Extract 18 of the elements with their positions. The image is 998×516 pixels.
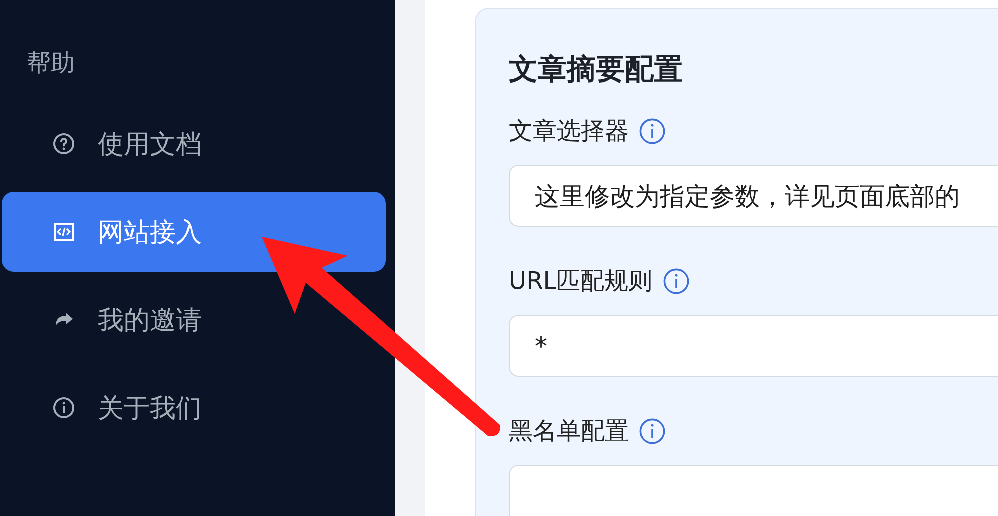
- info-icon: [52, 396, 76, 420]
- nav-item[interactable]: 使用文档: [2, 104, 386, 184]
- input-field[interactable]: [509, 465, 998, 516]
- nav-item[interactable]: 网站接入: [2, 192, 386, 272]
- info-icon[interactable]: [639, 118, 666, 144]
- info-icon[interactable]: [639, 418, 666, 444]
- field-label: 黑名单配置: [509, 416, 629, 447]
- section-title: 帮助: [27, 48, 76, 79]
- info-icon[interactable]: [662, 268, 690, 294]
- nav-item[interactable]: 关于我们: [2, 368, 386, 448]
- field-label: 文章选择器: [509, 116, 629, 147]
- field-label: URL匹配规则: [509, 266, 653, 297]
- code-icon: [52, 220, 76, 244]
- input-field[interactable]: *: [509, 315, 998, 377]
- nav-item[interactable]: 我的邀请: [2, 280, 386, 360]
- help-icon: [52, 132, 76, 156]
- card-title: 文章摘要配置: [509, 51, 684, 88]
- input-field[interactable]: 这里修改为指定参数，详见页面底部的: [509, 165, 998, 227]
